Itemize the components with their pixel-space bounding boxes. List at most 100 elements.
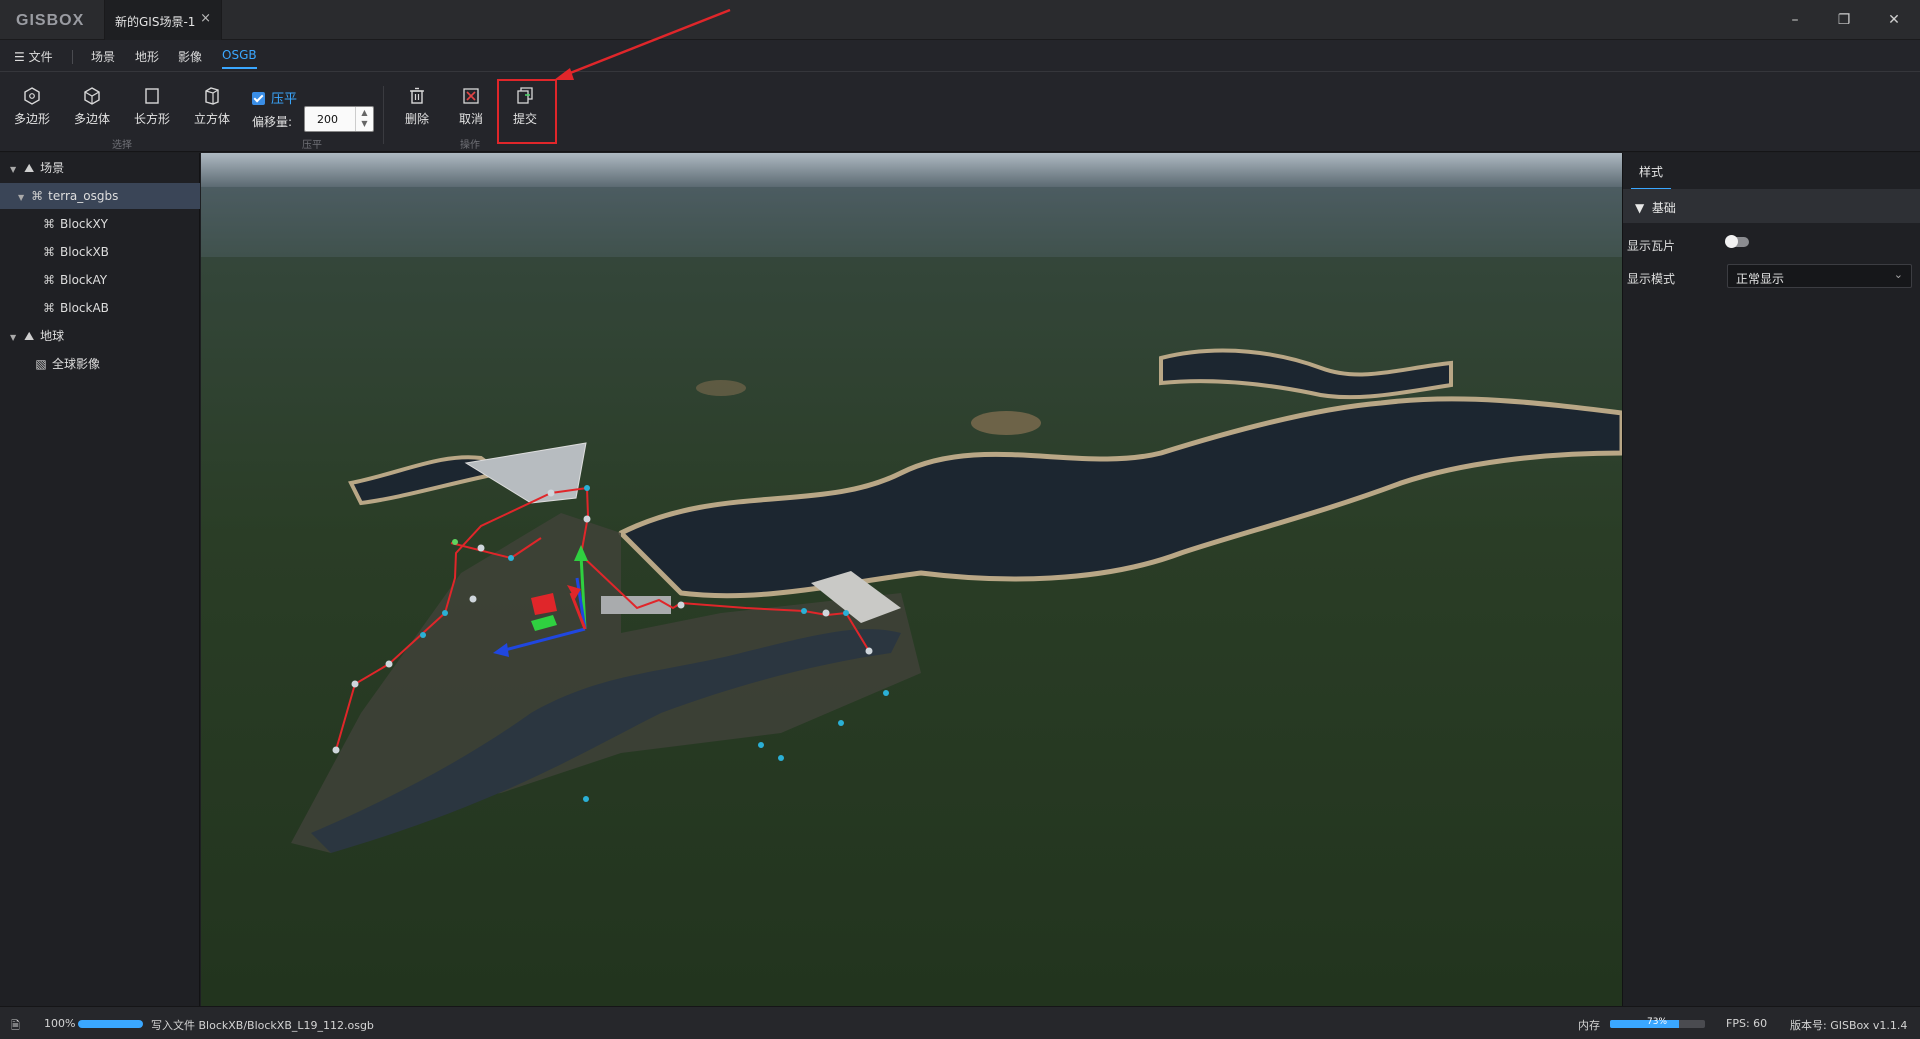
document-icon: 🗎 bbox=[11, 1019, 20, 1032]
file-menu[interactable]: ☰ 文件 bbox=[14, 48, 53, 65]
tab-style[interactable]: 样式 bbox=[1631, 163, 1672, 190]
menu-bar: ☰ 文件 场景 地形 影像 OSGB bbox=[0, 40, 1920, 72]
cube-button[interactable]: 立方体 bbox=[186, 86, 238, 127]
menu-osgb[interactable]: OSGB bbox=[222, 48, 257, 69]
show-tiles-label: 显示瓦片 bbox=[1627, 239, 1676, 253]
memory-value: 73% bbox=[1647, 1017, 1668, 1027]
progress-fill bbox=[78, 1020, 143, 1028]
delete-label: 删除 bbox=[404, 112, 429, 126]
flatten-checkbox[interactable]: 压平 bbox=[252, 88, 297, 107]
offset-value: 200 bbox=[317, 113, 338, 126]
progress-bar bbox=[78, 1020, 143, 1028]
tree-item-globe[interactable]: ▼ ⛰ 地球 bbox=[0, 323, 200, 349]
toolbar: 多边形 多边体 长方形 立方体 选择 压平 偏移量: 200 ▲ ▼ 压平 删除… bbox=[0, 72, 1920, 152]
tree-item-label: terra_osgbs bbox=[48, 189, 119, 203]
tree-item-blockxy[interactable]: ⌘ BlockXY bbox=[0, 211, 200, 237]
polygon-label: 多边形 bbox=[13, 112, 50, 126]
offset-label: 偏移量: bbox=[252, 115, 293, 129]
chevron-down-icon[interactable]: ▼ bbox=[356, 118, 373, 129]
rectangle-icon bbox=[145, 88, 159, 104]
cancel-button[interactable]: 取消 bbox=[445, 86, 497, 127]
tree-item-label: 全球影像 bbox=[52, 357, 101, 371]
rectangle-label: 长方形 bbox=[133, 112, 170, 126]
status-message: 写入文件 BlockXB/BlockXB_L19_112.osgb bbox=[151, 1019, 374, 1032]
expand-arrow-icon[interactable]: ▼ bbox=[10, 333, 16, 342]
tree-item-label: BlockAB bbox=[60, 301, 109, 315]
model-icon: ⌘ bbox=[43, 301, 55, 315]
display-mode-select[interactable]: 正常显示 ⌄ bbox=[1727, 264, 1912, 288]
chevron-down-icon: ⌄ bbox=[1893, 268, 1903, 281]
section-basic-label: 基础 bbox=[1651, 201, 1676, 215]
memory-label: 内存 bbox=[1578, 1019, 1600, 1032]
cube-label: 立方体 bbox=[193, 112, 230, 126]
memory-fill bbox=[1610, 1020, 1680, 1028]
menu-imagery[interactable]: 影像 bbox=[178, 48, 202, 65]
offset-input[interactable]: 200 ▲ ▼ bbox=[304, 106, 374, 132]
cancel-label: 取消 bbox=[458, 112, 483, 126]
tree-item-label: 场景 bbox=[40, 161, 65, 175]
expand-arrow-icon[interactable]: ▼ bbox=[18, 193, 24, 202]
layer-tree: ▼ ⛰ 场景 ▼ ⌘ terra_osgbs ⌘ BlockXY ⌘ BlockXB ⌘ Bl… bbox=[0, 153, 200, 1006]
model-icon: ⌘ bbox=[43, 245, 55, 259]
tree-item-terra-osgbs[interactable]: ▼ ⌘ terra_osgbs bbox=[0, 183, 200, 209]
tree-item-scene[interactable]: ▼ ⛰ 场景 bbox=[0, 155, 200, 181]
globe-icon: ⛰ bbox=[24, 329, 35, 343]
tree-item-label: BlockXY bbox=[60, 217, 109, 231]
tree-item-blockab[interactable]: ⌘ BlockAB bbox=[0, 295, 200, 321]
polyhedron-icon bbox=[84, 87, 100, 105]
collapse-arrow-icon[interactable]: ▼ bbox=[1635, 201, 1652, 215]
display-mode-value: 正常显示 bbox=[1736, 272, 1785, 286]
document-tab-title: 新的GIS场景-1 bbox=[115, 15, 196, 29]
menu-terrain[interactable]: 地形 bbox=[135, 48, 159, 65]
checkbox-icon bbox=[252, 92, 265, 105]
properties-panel: 样式 ▼ 基础 显示瓦片 显示模式 正常显示 ⌄ bbox=[1622, 153, 1920, 1006]
menu-divider bbox=[72, 50, 73, 64]
expand-arrow-icon[interactable]: ▼ bbox=[10, 165, 16, 174]
flatten-group-label: 压平 bbox=[302, 140, 322, 151]
terrain-scene bbox=[201, 153, 1622, 1006]
model-icon: ⌘ bbox=[43, 273, 55, 287]
cancel-icon bbox=[463, 88, 479, 104]
map-viewport[interactable] bbox=[201, 153, 1622, 1006]
file-menu-label: 文件 bbox=[28, 50, 53, 64]
ops-group-label: 操作 bbox=[460, 140, 480, 151]
polygon-button[interactable]: 多边形 bbox=[6, 86, 58, 127]
chevron-up-icon[interactable]: ▲ bbox=[356, 107, 373, 118]
tree-item-label: BlockXB bbox=[60, 245, 109, 259]
cube-icon bbox=[205, 87, 219, 105]
polygon-icon bbox=[24, 87, 40, 105]
tree-item-label: 地球 bbox=[40, 329, 65, 343]
tree-item-label: BlockAY bbox=[60, 273, 108, 287]
tree-item-blockxb[interactable]: ⌘ BlockXB bbox=[0, 239, 200, 265]
close-window-button[interactable]: ✕ bbox=[1882, 9, 1906, 31]
menu-scene[interactable]: 场景 bbox=[91, 48, 115, 65]
submit-highlight-box bbox=[497, 79, 557, 144]
version-label: 版本号: GISBox v1.1.4 bbox=[1790, 1019, 1908, 1032]
app-logo: GISBOX bbox=[16, 12, 85, 29]
document-tab[interactable]: 新的GIS场景-1 × bbox=[104, 0, 222, 40]
hamburger-icon: ☰ bbox=[14, 50, 25, 64]
title-bar: GISBOX 新的GIS场景-1 × – ❐ ✕ bbox=[0, 0, 1920, 40]
model-icon: ⌘ bbox=[31, 189, 44, 203]
show-tiles-toggle[interactable] bbox=[1725, 235, 1749, 248]
section-basic[interactable]: ▼ 基础 bbox=[1623, 189, 1920, 223]
trash-icon bbox=[410, 87, 424, 104]
minimize-button[interactable]: – bbox=[1783, 9, 1807, 31]
tab-close-icon[interactable]: × bbox=[200, 11, 211, 26]
flatten-label: 压平 bbox=[271, 92, 298, 107]
tree-item-global-imagery[interactable]: ▧ 全球影像 bbox=[0, 351, 200, 377]
imagery-icon: ▧ bbox=[35, 357, 47, 371]
rectangle-button[interactable]: 长方形 bbox=[126, 86, 178, 127]
polyhedron-label: 多边体 bbox=[73, 112, 110, 126]
status-bar: 🗎 100% 写入文件 BlockXB/BlockXB_L19_112.osgb… bbox=[0, 1006, 1920, 1039]
tree-item-blockay[interactable]: ⌘ BlockAY bbox=[0, 267, 200, 293]
scene-icon: ⛰ bbox=[24, 161, 35, 175]
restore-button[interactable]: ❐ bbox=[1832, 9, 1856, 31]
toolbar-divider bbox=[383, 86, 384, 144]
select-group-label: 选择 bbox=[112, 140, 132, 151]
polyhedron-button[interactable]: 多边体 bbox=[66, 86, 118, 127]
fps-counter: FPS: 60 bbox=[1726, 1017, 1768, 1030]
delete-button[interactable]: 删除 bbox=[391, 86, 443, 127]
offset-stepper[interactable]: ▲ ▼ bbox=[355, 107, 373, 131]
progress-percent: 100% bbox=[44, 1017, 76, 1030]
